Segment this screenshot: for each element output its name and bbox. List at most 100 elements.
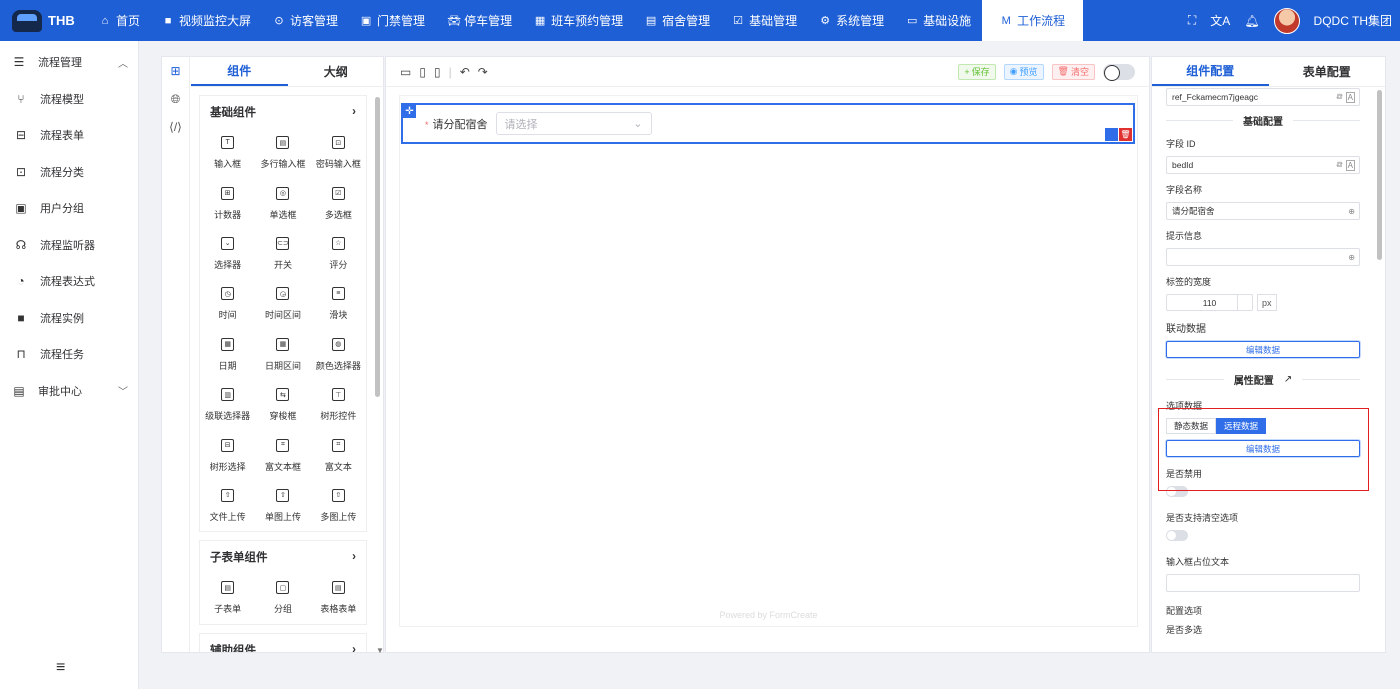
component-item[interactable]: ◎ 单选框 — [255, 178, 310, 228]
group-header[interactable]: 辅助组件 › — [200, 634, 366, 652]
component-item[interactable]: ◷ 时间 — [200, 279, 255, 329]
component-scrollbar[interactable] — [375, 97, 380, 397]
nav-item-10[interactable]: M 工作流程 — [982, 0, 1084, 41]
tab-components[interactable]: 组件 — [191, 57, 288, 86]
component-item[interactable]: ⌗ 富文本 — [311, 430, 366, 480]
redo-icon[interactable]: ↷ — [478, 65, 488, 79]
nav-item-8[interactable]: ⚙ 系统管理 — [808, 0, 895, 41]
label-width-input[interactable]: 110 — [1166, 294, 1253, 311]
placeholder-input[interactable] — [1166, 574, 1360, 592]
sidebar-item-7[interactable]: ⊓ 流程任务 — [0, 336, 138, 373]
component-item[interactable]: ⌗ 富文本框 — [255, 430, 310, 480]
component-item[interactable]: ⇧ 多图上传 — [311, 481, 366, 531]
component-item[interactable]: ⊤ 树形控件 — [311, 380, 366, 430]
component-item[interactable]: ⇆ 穿梭框 — [255, 380, 310, 430]
scroll-down-arrow-icon[interactable]: ▼ — [376, 646, 384, 655]
nav-item-1[interactable]: ■ 视频监控大屏 — [151, 0, 262, 41]
form-field-dorm[interactable]: ✛ 请分配宿舍 请选择 ⌄ 🗑︎ — [401, 103, 1135, 144]
component-item[interactable]: ⊂⊃ 开关 — [255, 229, 310, 279]
tab-outline[interactable]: 大纲 — [288, 57, 385, 86]
sidebar-item-4[interactable]: ☊ 流程监听器 — [0, 227, 138, 264]
save-button[interactable]: + 保存 — [958, 63, 996, 80]
user-name[interactable]: DQDC TH集团 — [1314, 12, 1392, 29]
preview-button[interactable]: ◉ 预览 — [1003, 63, 1044, 80]
avatar[interactable] — [1273, 7, 1300, 34]
component-item[interactable]: ▤ 表格表单 — [311, 573, 366, 623]
component-item[interactable]: ⊟ 树形选择 — [200, 430, 255, 480]
hint-input[interactable]: ⊕ — [1166, 248, 1360, 266]
unit-select[interactable]: px — [1257, 294, 1277, 311]
component-item[interactable]: ◶ 时间区间 — [255, 279, 310, 329]
grid-icon[interactable]: ⊞ — [162, 57, 189, 85]
form-drop-area[interactable]: ✛ 请分配宿舍 请选择 ⌄ 🗑︎ Powered by FormCreate — [399, 95, 1138, 627]
field-name-input[interactable]: 请分配宿舍 ⊕ — [1166, 202, 1360, 220]
fullscreen-icon[interactable]: ⛶ — [1188, 13, 1196, 28]
undo-icon[interactable]: ↶ — [460, 65, 470, 79]
bell-icon[interactable]: 🔔︎ — [1244, 14, 1259, 28]
copy-icon[interactable]: ⧉ — [1336, 92, 1342, 103]
globe-icon[interactable]: ⊕ — [1348, 253, 1355, 262]
theme-toggle[interactable] — [1103, 63, 1135, 81]
component-item[interactable]: ▦ 日期区间 — [255, 330, 310, 380]
component-item[interactable]: ◍ 颜色选择器 — [311, 330, 366, 380]
clearable-toggle[interactable] — [1166, 530, 1188, 541]
copy-icon[interactable]: ⧉ — [1336, 160, 1342, 171]
delete-field-icon[interactable]: 🗑︎ — [1119, 128, 1132, 141]
component-item[interactable]: ⇧ 单图上传 — [255, 481, 310, 531]
sidebar-group-flow[interactable]: ☰ 流程管理 ︿ — [0, 44, 138, 81]
nav-item-2[interactable]: ⊙ 访客管理 — [262, 0, 349, 41]
tablet-icon[interactable]: ▯ — [419, 65, 426, 79]
a-icon[interactable]: A — [1345, 159, 1355, 171]
component-item[interactable]: ⊡ 密码输入框 — [311, 128, 366, 178]
component-item[interactable]: ▤ 子表单 — [200, 573, 255, 623]
edit-linkage-button[interactable]: 编辑数据 — [1166, 341, 1360, 358]
config-scrollbar[interactable] — [1377, 90, 1382, 260]
sidebar-group-approval[interactable]: ▤ 审批中心 ﹀ — [0, 373, 138, 410]
nav-item-0[interactable]: ⌂ 首页 — [88, 0, 151, 41]
sidebar-item-5[interactable]: ◔ 流程表达式 — [0, 263, 138, 300]
sidebar-item-6[interactable]: ■ 流程实例 — [0, 300, 138, 337]
component-item[interactable]: ▢ 分组 — [255, 573, 310, 623]
component-item[interactable]: ▥ 级联选择器 — [200, 380, 255, 430]
component-item[interactable]: ≡ 滑块 — [311, 279, 366, 329]
code-icon[interactable]: ⟨/⟩ — [162, 113, 189, 141]
nav-item-6[interactable]: ▤ 宿舍管理 — [634, 0, 721, 41]
nav-item-7[interactable]: ☑ 基础管理 — [721, 0, 808, 41]
component-item[interactable]: ⊞ 计数器 — [200, 178, 255, 228]
sidebar-item-3[interactable]: ▣ 用户分组 — [0, 190, 138, 227]
translate-icon[interactable]: 文A — [1210, 12, 1230, 29]
component-item[interactable]: ▤ 多行输入框 — [255, 128, 310, 178]
component-item[interactable]: T 输入框 — [200, 128, 255, 178]
nav-item-5[interactable]: ▦ 班车预约管理 — [523, 0, 634, 41]
menu-toggle-icon[interactable]: ≡ — [56, 659, 65, 677]
nav-item-9[interactable]: ▭ 基础设施 — [895, 0, 982, 41]
bus-icon: ▦ — [534, 15, 546, 27]
tab-component-config[interactable]: 组件配置 — [1152, 57, 1269, 86]
clear-button[interactable]: 🗑︎ 清空 — [1051, 63, 1095, 80]
ref-input[interactable]: ref_Fckamecm7jgeagc ⧉ A — [1166, 88, 1360, 106]
drag-handle-icon[interactable]: ✛ — [403, 105, 416, 118]
sidebar-item-1[interactable]: ⊟ 流程表单 — [0, 117, 138, 154]
field-id-input[interactable]: bedId ⧉ A — [1166, 156, 1360, 174]
component-item[interactable]: ▦ 日期 — [200, 330, 255, 380]
sidebar-item-2[interactable]: ⊡ 流程分类 — [0, 154, 138, 191]
nav-item-4[interactable]: 🚘︎ 停车管理 — [436, 0, 523, 41]
copy-field-icon[interactable] — [1105, 128, 1118, 141]
tab-form-config[interactable]: 表单配置 — [1269, 57, 1386, 86]
globe-icon[interactable]: ⊕ — [1348, 207, 1355, 216]
component-item[interactable]: ☆ 评分 — [311, 229, 366, 279]
nav-item-3[interactable]: ▣ 门禁管理 — [349, 0, 436, 41]
component-item[interactable]: ☑ 多选框 — [311, 178, 366, 228]
component-item[interactable]: ⇧ 文件上传 — [200, 481, 255, 531]
laptop-icon[interactable]: ▭ — [400, 65, 411, 79]
a-icon[interactable]: A — [1345, 91, 1355, 103]
mobile-icon[interactable]: ▯ — [434, 65, 441, 79]
group-header[interactable]: 子表单组件 › — [200, 541, 366, 573]
app-logo[interactable]: THB — [0, 0, 88, 41]
component-item[interactable]: ⌄ 选择器 — [200, 229, 255, 279]
globe-icon[interactable]: 🌐︎ — [162, 85, 189, 113]
sidebar-item-0[interactable]: ⑂ 流程模型 — [0, 81, 138, 118]
edit-icon[interactable]: ↗ — [1284, 374, 1292, 385]
dorm-select[interactable]: 请选择 ⌄ — [495, 112, 652, 135]
group-header[interactable]: 基础组件 › — [200, 96, 366, 128]
